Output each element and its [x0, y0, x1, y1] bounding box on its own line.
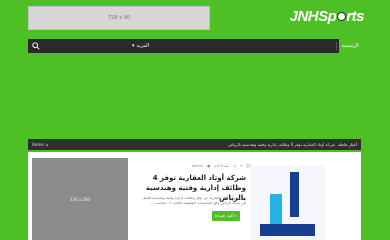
nav-more-menu[interactable]: ▾ المزيد	[132, 39, 149, 53]
main-content: 336 x 280 💬 0 ◷ منذ 4 أيام ● admin شركة …	[28, 152, 361, 240]
nav-divider	[336, 42, 337, 50]
breaking-news-ticker: Home ⌂ شركة أوتاد العقارية توفر 4 وظائف …	[28, 139, 361, 150]
ad-banner-side: 336 x 280	[32, 158, 128, 240]
post-thumbnail[interactable]	[250, 166, 325, 240]
logo-text-start: JNHSp	[289, 8, 337, 25]
logo-text-end: rts	[346, 8, 364, 25]
nav-more-label: المزيد	[136, 43, 150, 49]
thumbnail-graphic	[270, 194, 282, 224]
comment-count[interactable]: 0	[240, 164, 242, 168]
post-author[interactable]: admin	[192, 164, 203, 168]
ticker-home-link[interactable]: Home ⌂	[32, 139, 48, 150]
thumbnail-graphic	[290, 172, 299, 217]
read-more-button[interactable]: أكمل القراءة »	[212, 211, 240, 221]
home-icon: ⌂	[45, 142, 49, 147]
football-icon	[336, 12, 346, 21]
thumbnail-graphic	[260, 224, 315, 236]
nav-home-tab[interactable]: الرئيسية	[339, 39, 361, 53]
chevron-down-icon: ▾	[132, 43, 135, 49]
clock-icon: ◷	[233, 164, 237, 168]
ticker-headline[interactable]: شركة أوتاد العقارية توفر 4 وظائف إدارية …	[228, 139, 335, 150]
ad-banner-top: 728 x 90	[28, 6, 210, 30]
search-icon[interactable]	[32, 42, 40, 50]
post-excerpt: تعلن شركة أوتاد العقارية عن توفر وظائف إ…	[142, 196, 246, 205]
post-meta: 💬 0 ◷ منذ 4 أيام ● admin	[141, 164, 251, 168]
home-label: Home	[32, 142, 44, 147]
site-logo[interactable]: JNHSp rts	[289, 8, 365, 25]
ad-size-label: 336 x 280	[69, 196, 91, 202]
user-icon: ●	[207, 164, 211, 168]
post-date: منذ 4 أيام	[214, 164, 230, 168]
main-navigation: ▾ المزيد الرئيسية	[28, 39, 361, 53]
nav-home-label: الرئيسية	[341, 43, 359, 49]
ticker-label: أخبار عاجلة	[338, 142, 357, 147]
ad-size-label: 728 x 90	[107, 15, 131, 21]
